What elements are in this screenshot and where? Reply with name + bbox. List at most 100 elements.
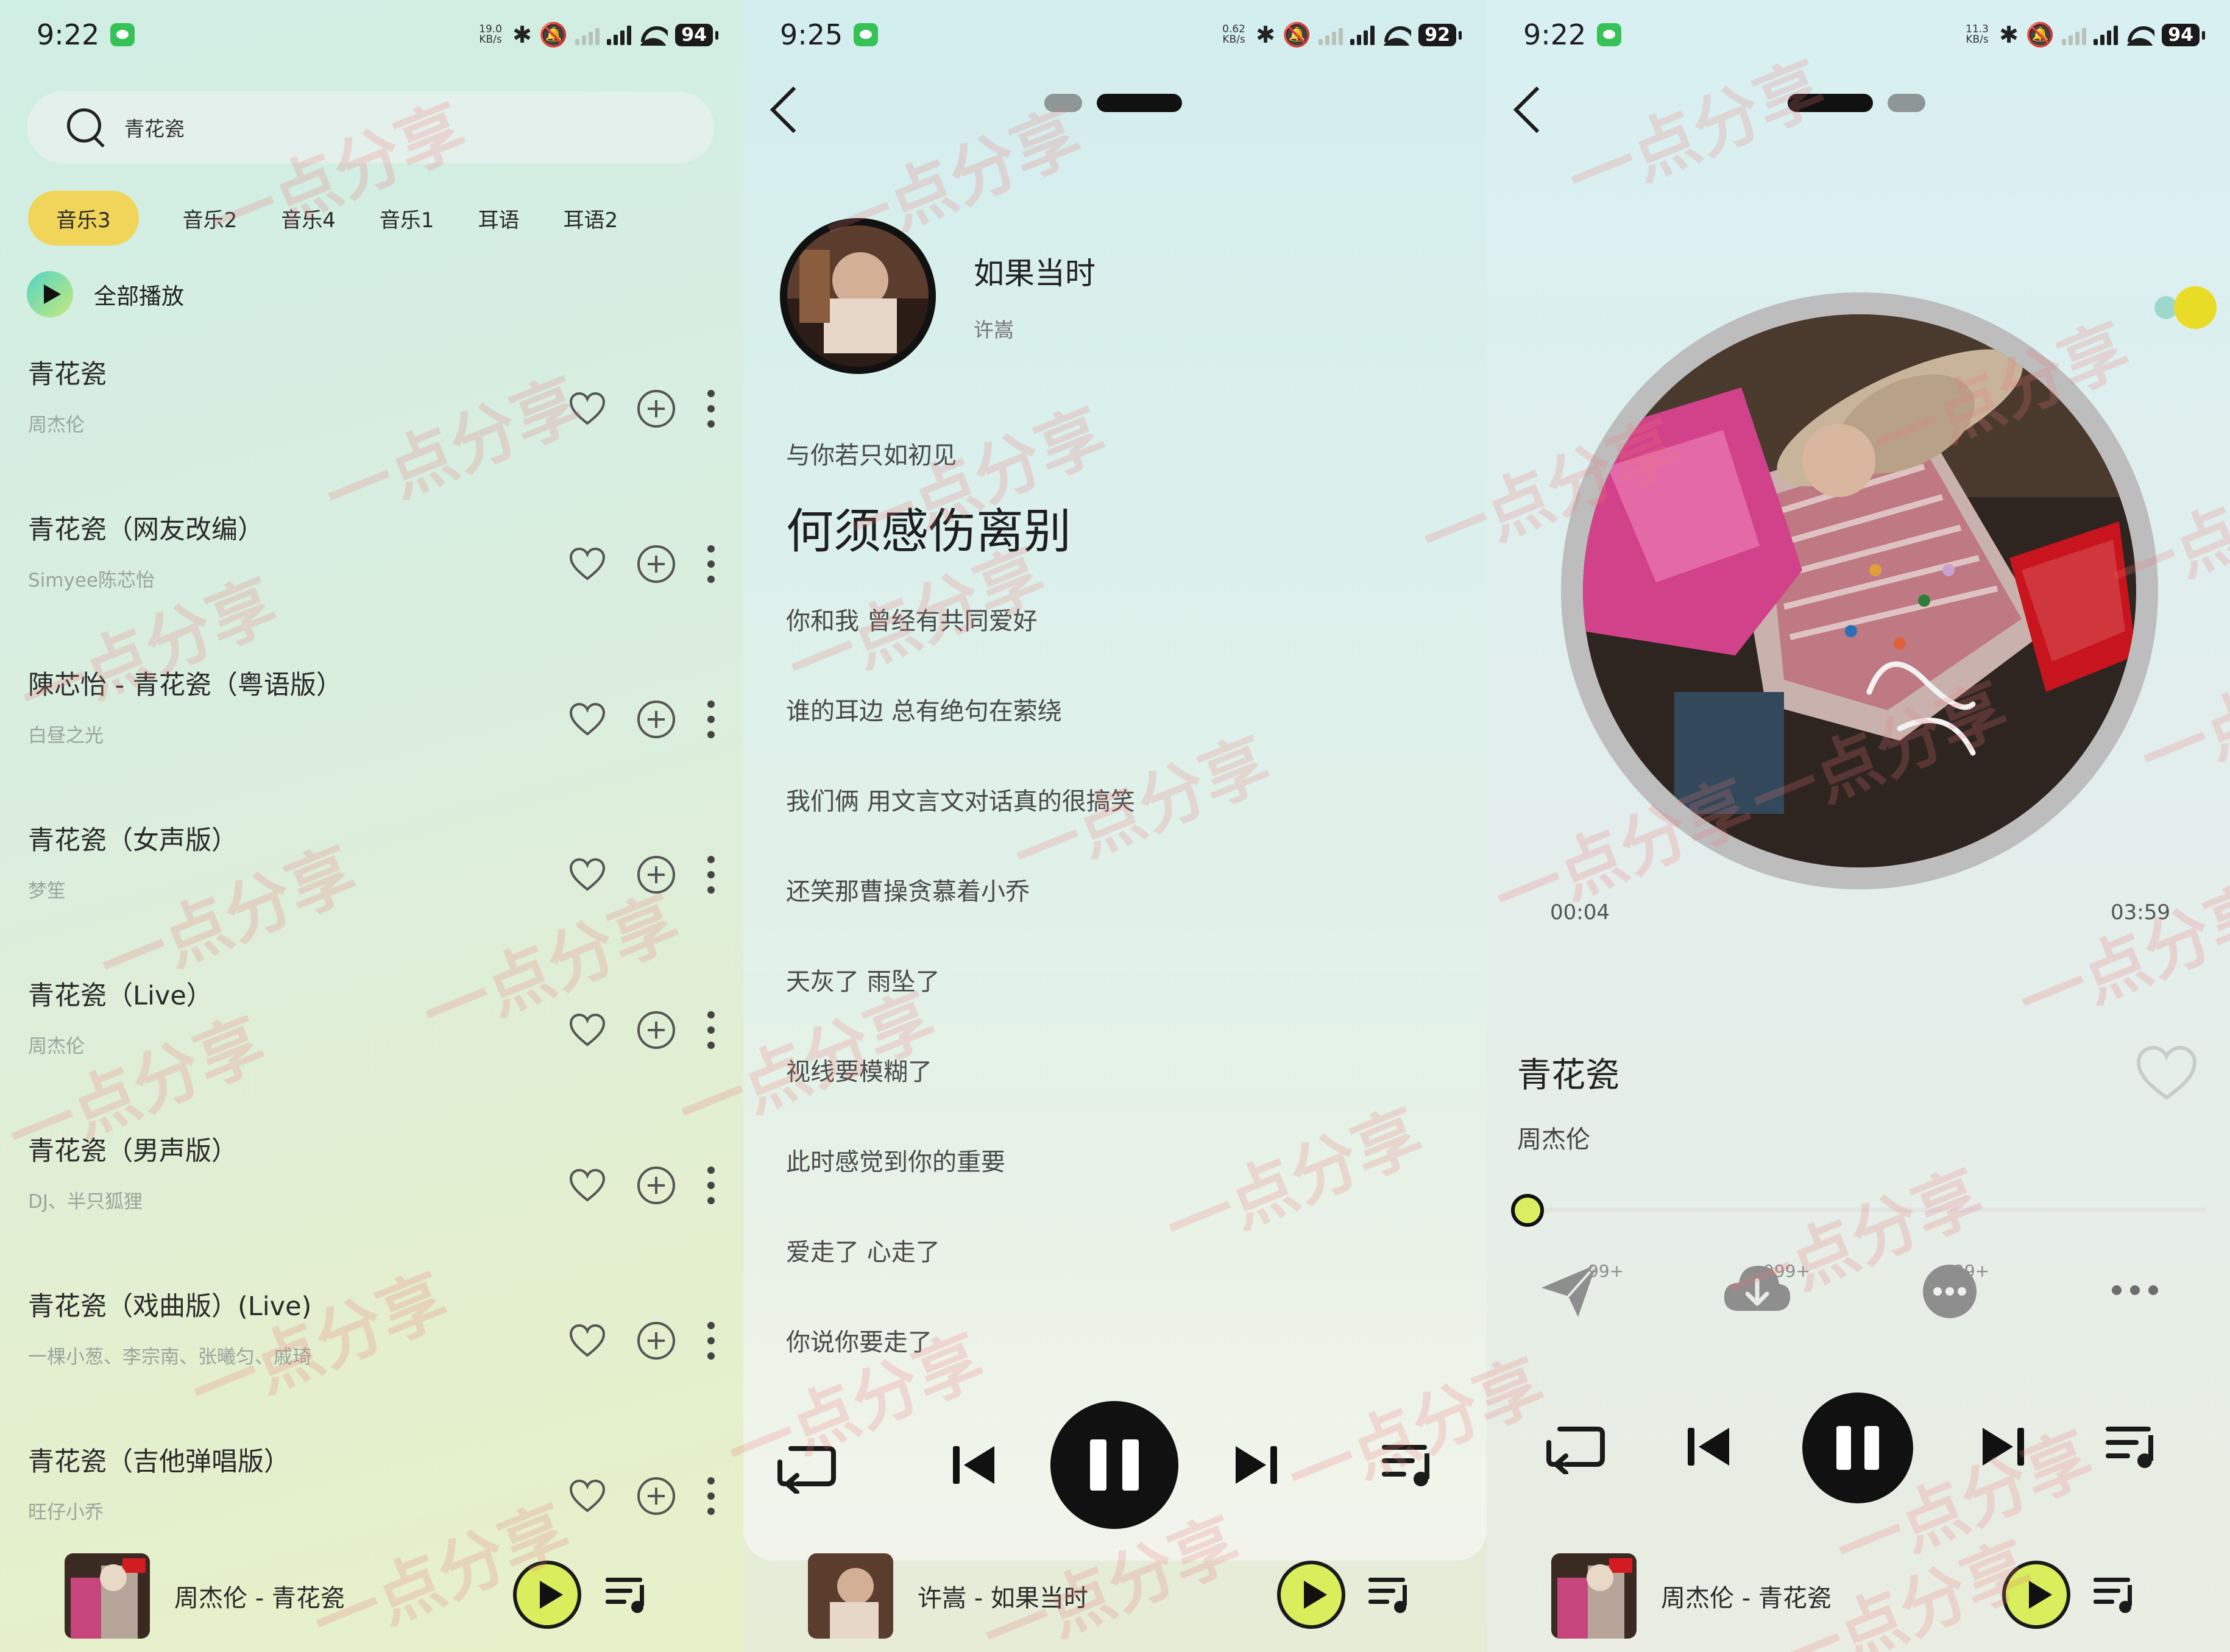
playlist-queue-icon[interactable] [2106, 1423, 2161, 1469]
song-title[interactable]: 陳芯怡 - 青花瓷（粤语版） [28, 664, 719, 702]
mini-play-button[interactable] [2002, 1561, 2070, 1629]
favorite-heart-icon[interactable] [569, 858, 606, 892]
favorite-heart-icon[interactable] [2136, 1045, 2197, 1101]
lyric-line[interactable]: 谁的耳边 总有绝句在萦绕 [786, 691, 1462, 782]
back-arrow-icon[interactable] [1529, 78, 1554, 127]
page-dot-player[interactable] [1788, 94, 1873, 112]
mini-player-title: 许嵩 - 如果当时 [918, 1584, 1088, 1612]
tab-music2[interactable]: 音乐2 [183, 191, 238, 245]
add-to-playlist-icon[interactable] [637, 545, 675, 583]
playlist-queue-icon[interactable] [1382, 1441, 1437, 1488]
page-dot-lyrics[interactable] [1097, 94, 1182, 112]
lyric-line[interactable]: 此时感觉到你的重要 [786, 1142, 1462, 1232]
tab-music3[interactable]: 音乐3 [28, 191, 139, 245]
song-row[interactable]: 青花瓷 周杰伦 [28, 353, 719, 509]
add-to-playlist-icon[interactable] [637, 390, 675, 428]
mini-player[interactable]: 周杰伦 - 青花瓷 [1505, 1541, 2212, 1651]
repeat-icon[interactable] [1542, 1419, 1609, 1474]
next-track-icon[interactable] [1980, 1425, 2026, 1468]
song-row[interactable]: 青花瓷（Live） 周杰伦 [28, 975, 719, 1130]
song-title[interactable]: 青花瓷（戏曲版）(Live) [28, 1285, 719, 1323]
more-options-icon[interactable] [707, 545, 715, 583]
add-to-playlist-icon[interactable] [637, 1167, 675, 1204]
more-options-icon[interactable] [707, 390, 715, 428]
pause-button[interactable] [1050, 1401, 1178, 1529]
more-options-icon[interactable] [2098, 1256, 2172, 1323]
page-dot-lyrics[interactable] [1888, 94, 1925, 112]
mini-cover-art[interactable] [808, 1553, 893, 1639]
album-disc[interactable] [1561, 292, 2158, 889]
song-row[interactable]: 青花瓷（男声版） DJ、半只狐狸 [28, 1130, 719, 1285]
mini-cover-art[interactable] [1551, 1553, 1637, 1639]
disc-knob[interactable] [2174, 286, 2217, 329]
pause-button[interactable] [1802, 1393, 1913, 1503]
progress-thumb[interactable] [1511, 1194, 1544, 1227]
mini-play-button[interactable] [1277, 1561, 1345, 1629]
play-icon[interactable] [27, 271, 73, 317]
add-to-playlist-icon[interactable] [637, 856, 675, 894]
favorite-heart-icon[interactable] [569, 702, 606, 736]
lyric-line-current[interactable]: 何须感伤离别 [786, 504, 1462, 601]
lyric-line[interactable]: 我们俩 用文言文对话真的很搞笑 [786, 782, 1462, 872]
add-to-playlist-icon[interactable] [637, 701, 675, 738]
signal-secondary-icon [1319, 24, 1343, 45]
back-arrow-icon[interactable] [786, 78, 810, 127]
tab-music1[interactable]: 音乐1 [380, 191, 434, 245]
page-indicator[interactable] [1044, 94, 1182, 112]
more-options-icon[interactable] [707, 1167, 715, 1204]
song-title[interactable]: 青花瓷（Live） [28, 975, 719, 1012]
lyric-line[interactable]: 天灰了 雨坠了 [786, 962, 1462, 1052]
mini-player[interactable]: 许嵩 - 如果当时 [762, 1541, 1468, 1651]
mini-play-button[interactable] [513, 1561, 581, 1629]
song-title[interactable]: 青花瓷（女声版） [28, 819, 719, 857]
search-bar[interactable]: 青花瓷 [27, 91, 714, 163]
more-options-icon[interactable] [707, 856, 715, 894]
bluetooth-icon: ✱ [1999, 21, 2019, 48]
tab-whisper2[interactable]: 耳语2 [564, 191, 618, 245]
tab-music4[interactable]: 音乐4 [281, 191, 336, 245]
more-options-icon[interactable] [707, 701, 715, 738]
add-to-playlist-icon[interactable] [637, 1011, 675, 1049]
repeat-icon[interactable] [773, 1439, 840, 1494]
previous-track-icon[interactable] [950, 1444, 997, 1486]
page-dot-player[interactable] [1044, 94, 1082, 112]
add-to-playlist-icon[interactable] [637, 1477, 675, 1515]
add-to-playlist-icon[interactable] [637, 1322, 675, 1360]
next-track-icon[interactable] [1233, 1444, 1280, 1486]
lyrics-list[interactable]: 与你若只如初见 何须感伤离别 你和我 曾经有共同爱好 谁的耳边 总有绝句在萦绕 我们… [786, 436, 1462, 1413]
favorite-heart-icon[interactable] [569, 1168, 606, 1202]
lyric-line[interactable]: 你说你要走了 [786, 1322, 1462, 1413]
lyric-line[interactable]: 视线要模糊了 [786, 1052, 1462, 1142]
progress-bar[interactable] [1511, 1207, 2206, 1212]
song-row[interactable]: 陳芯怡 - 青花瓷（粤语版） 白昼之光 [28, 664, 719, 819]
lyric-line[interactable]: 爱走了 心走了 [786, 1232, 1462, 1322]
song-title[interactable]: 青花瓷（网友改编） [28, 509, 719, 546]
more-options-icon[interactable] [707, 1477, 715, 1515]
page-indicator[interactable] [1788, 94, 1925, 112]
favorite-heart-icon[interactable] [569, 1479, 606, 1513]
song-title[interactable]: 青花瓷（吉他弹唱版） [28, 1441, 719, 1478]
playlist-queue-icon[interactable] [606, 1575, 652, 1614]
song-title[interactable]: 青花瓷 [28, 353, 719, 391]
tab-whisper[interactable]: 耳语 [478, 191, 520, 245]
playlist-queue-icon[interactable] [1368, 1575, 1415, 1614]
search-input[interactable]: 青花瓷 [124, 113, 185, 142]
song-row[interactable]: 青花瓷（女声版） 梦笙 [28, 819, 719, 975]
favorite-heart-icon[interactable] [569, 1324, 606, 1358]
mini-cover-art[interactable] [65, 1553, 150, 1639]
more-options-icon[interactable] [707, 1011, 715, 1049]
lyric-line[interactable]: 还笑那曹操贪慕着小乔 [786, 872, 1462, 962]
song-row[interactable]: 青花瓷（网友改编） Simyee陈芯怡 [28, 509, 719, 664]
song-row[interactable]: 青花瓷（戏曲版）(Live) 一棵小葱、李宗南、张曦匀、戚琦 [28, 1285, 719, 1441]
favorite-heart-icon[interactable] [569, 1013, 606, 1047]
mini-player[interactable]: 周杰伦 - 青花瓷 [18, 1541, 725, 1651]
song-title[interactable]: 青花瓷（男声版） [28, 1130, 719, 1168]
lyric-line[interactable]: 你和我 曾经有共同爱好 [786, 601, 1462, 691]
play-all-button[interactable]: 全部播放 [27, 271, 184, 317]
more-options-icon[interactable] [707, 1322, 715, 1360]
search-icon[interactable] [67, 108, 105, 146]
previous-track-icon[interactable] [1685, 1425, 1732, 1468]
playlist-queue-icon[interactable] [2094, 1575, 2140, 1614]
favorite-heart-icon[interactable] [569, 547, 606, 581]
favorite-heart-icon[interactable] [569, 392, 606, 426]
